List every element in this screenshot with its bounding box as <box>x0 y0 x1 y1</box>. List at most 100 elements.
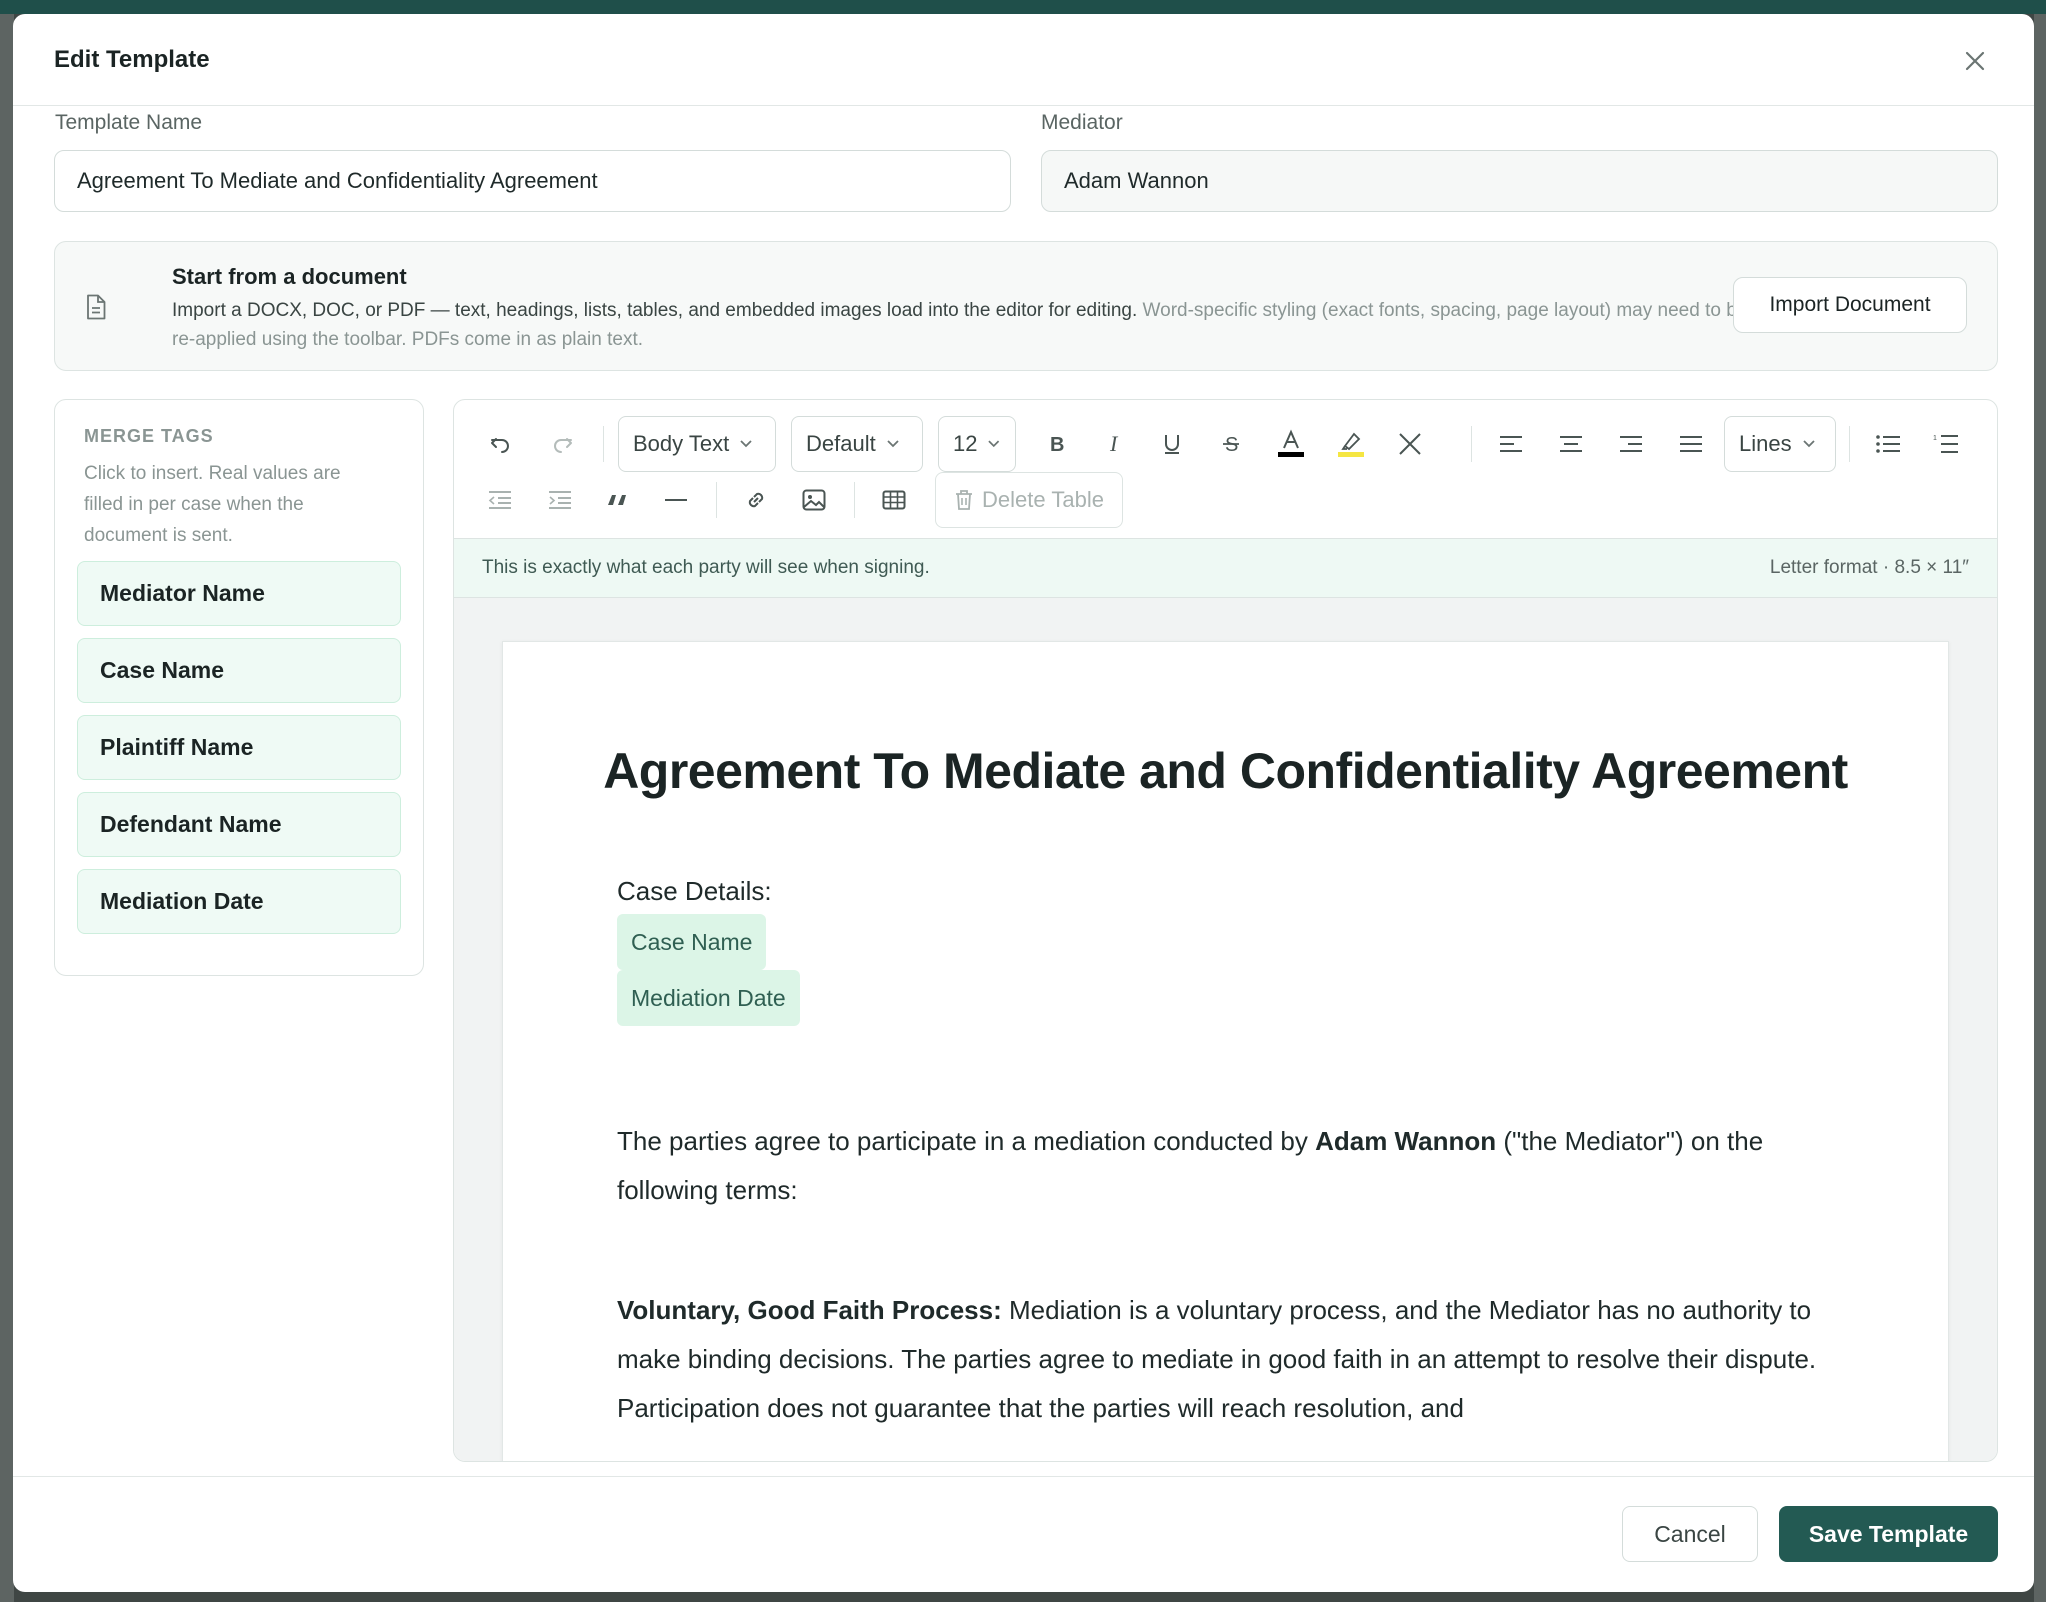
highlight-icon <box>1338 432 1364 457</box>
numbered-list-icon: 1 <box>1933 435 1958 453</box>
horizontal-rule-icon <box>665 499 687 501</box>
editor-canvas: Agreement To Mediate and Confidentiality… <box>454 598 1997 1461</box>
chevron-down-icon <box>1802 440 1815 448</box>
highlight-button[interactable] <box>1329 422 1373 466</box>
align-center-icon <box>1560 436 1582 452</box>
intro-text-before: The parties agree to participate in a me… <box>617 1126 1316 1156</box>
undo-icon <box>491 438 509 453</box>
toolbar-separator <box>603 426 604 462</box>
svg-text:I: I <box>1109 433 1119 455</box>
background-right-edge <box>2034 14 2046 1602</box>
preview-notice-bar: This is exactly what each party will see… <box>454 538 1997 598</box>
merge-tags-panel: MERGE TAGS Click to insert. Real values … <box>54 399 424 976</box>
document-icon <box>85 294 107 320</box>
background-left-edge <box>0 14 14 1602</box>
intro-mediator-name: Adam Wannon <box>1315 1126 1497 1156</box>
merge-tag-case-name[interactable]: Case Name <box>77 638 401 703</box>
outdent-icon <box>488 491 511 509</box>
case-details-label: Case Details: <box>617 876 772 906</box>
template-name-value: Agreement To Mediate and Confidentiality… <box>77 168 598 193</box>
text-color-button[interactable] <box>1269 422 1313 466</box>
bullet-list-button[interactable] <box>1866 422 1910 466</box>
blockquote-button[interactable] <box>596 478 640 522</box>
svg-text:B: B <box>1050 434 1064 455</box>
line-spacing-value: Lines <box>1739 431 1792 456</box>
insert-table-button[interactable] <box>872 478 916 522</box>
modal-footer: Cancel Save Template <box>13 1476 2034 1592</box>
mediator-input[interactable]: Adam Wannon <box>1041 150 1998 212</box>
close-icon <box>1965 51 1985 71</box>
page-format-label: Letter format · 8.5 × 11″ <box>1769 557 1969 578</box>
insert-image-button[interactable] <box>792 478 836 522</box>
align-justify-button[interactable] <box>1669 422 1713 466</box>
svg-text:1: 1 <box>1933 435 1937 442</box>
outdent-button[interactable] <box>478 478 522 522</box>
underline-icon <box>1165 435 1179 454</box>
import-description-text: Import a DOCX, DOC, or PDF — text, headi… <box>172 300 1138 321</box>
paragraph-style-select[interactable]: Body Text <box>618 416 776 472</box>
mediator-label: Mediator <box>1041 111 1123 134</box>
text-color-icon <box>1278 429 1304 457</box>
document-page[interactable]: Agreement To Mediate and Confidentiality… <box>502 641 1949 1461</box>
paragraph-style-value: Body Text <box>633 431 730 456</box>
strikethrough-button[interactable]: S <box>1209 422 1253 466</box>
toolbar-separator <box>1471 426 1472 462</box>
bullet-list-icon <box>1876 435 1900 453</box>
chevron-down-icon <box>887 440 899 448</box>
delete-table-button[interactable]: Delete Table <box>935 472 1123 528</box>
editor-toolbar: Body Text Default 12 B I S Lines 1 Delet… <box>454 400 1997 538</box>
numbered-list-button[interactable]: 1 <box>1924 422 1968 466</box>
merge-chip-case-name[interactable]: Case Name <box>617 914 767 970</box>
italic-button[interactable]: I <box>1092 422 1136 466</box>
delete-table-label: Delete Table <box>982 487 1104 512</box>
background-top-nav <box>0 0 2046 14</box>
align-right-button[interactable] <box>1609 422 1653 466</box>
mediator-value: Adam Wannon <box>1064 168 1209 193</box>
import-title: Start from a document <box>172 264 407 289</box>
save-template-button[interactable]: Save Template <box>1779 1506 1998 1562</box>
redo-button[interactable] <box>541 422 585 466</box>
align-left-button[interactable] <box>1489 422 1533 466</box>
merge-tag-mediation-date[interactable]: Mediation Date <box>77 869 401 934</box>
modal-header: Edit Template <box>13 14 2034 106</box>
indent-button[interactable] <box>538 478 582 522</box>
image-icon <box>802 489 826 511</box>
merge-tag-mediator-name[interactable]: Mediator Name <box>77 561 401 626</box>
edit-template-modal: Edit Template Template Name Agreement To… <box>13 14 2034 1592</box>
undo-button[interactable] <box>478 422 522 466</box>
merge-tag-defendant-name[interactable]: Defendant Name <box>77 792 401 857</box>
toolbar-separator <box>854 482 855 518</box>
font-size-value: 12 <box>953 431 978 456</box>
font-size-select[interactable]: 12 <box>938 416 1016 472</box>
align-left-icon <box>1500 436 1522 452</box>
align-center-button[interactable] <box>1549 422 1593 466</box>
clear-format-button[interactable] <box>1388 422 1432 466</box>
merge-chip-mediation-date[interactable]: Mediation Date <box>617 970 800 1026</box>
horizontal-rule-button[interactable] <box>654 478 698 522</box>
import-document-section: Start from a document Import a DOCX, DOC… <box>54 241 1998 371</box>
cancel-button[interactable]: Cancel <box>1622 1506 1758 1562</box>
merge-tags-heading: MERGE TAGS <box>84 426 214 446</box>
template-name-input[interactable]: Agreement To Mediate and Confidentiality… <box>54 150 1011 212</box>
table-icon <box>882 490 906 510</box>
align-right-icon <box>1620 436 1642 452</box>
trash-icon <box>956 490 973 510</box>
toolbar-separator <box>716 482 717 518</box>
chevron-down-icon <box>740 440 752 448</box>
svg-text:S: S <box>1225 434 1238 456</box>
voluntary-heading: Voluntary, Good Faith Process: <box>617 1295 1002 1325</box>
font-family-select[interactable]: Default <box>791 416 923 472</box>
strikethrough-icon: S <box>1223 434 1239 456</box>
underline-button[interactable] <box>1150 422 1194 466</box>
clear-format-icon <box>1399 433 1421 455</box>
merge-tag-plaintiff-name[interactable]: Plaintiff Name <box>77 715 401 780</box>
rich-text-editor: Body Text Default 12 B I S Lines 1 Delet… <box>453 399 1998 1462</box>
line-spacing-select[interactable]: Lines <box>1724 416 1836 472</box>
align-justify-icon <box>1680 436 1702 452</box>
modal-title: Edit Template <box>54 46 210 73</box>
link-button[interactable] <box>734 478 778 522</box>
bold-button[interactable]: B <box>1034 422 1078 466</box>
close-button[interactable] <box>1958 44 1992 78</box>
bold-icon: B <box>1050 434 1064 455</box>
import-document-button[interactable]: Import Document <box>1733 277 1967 333</box>
